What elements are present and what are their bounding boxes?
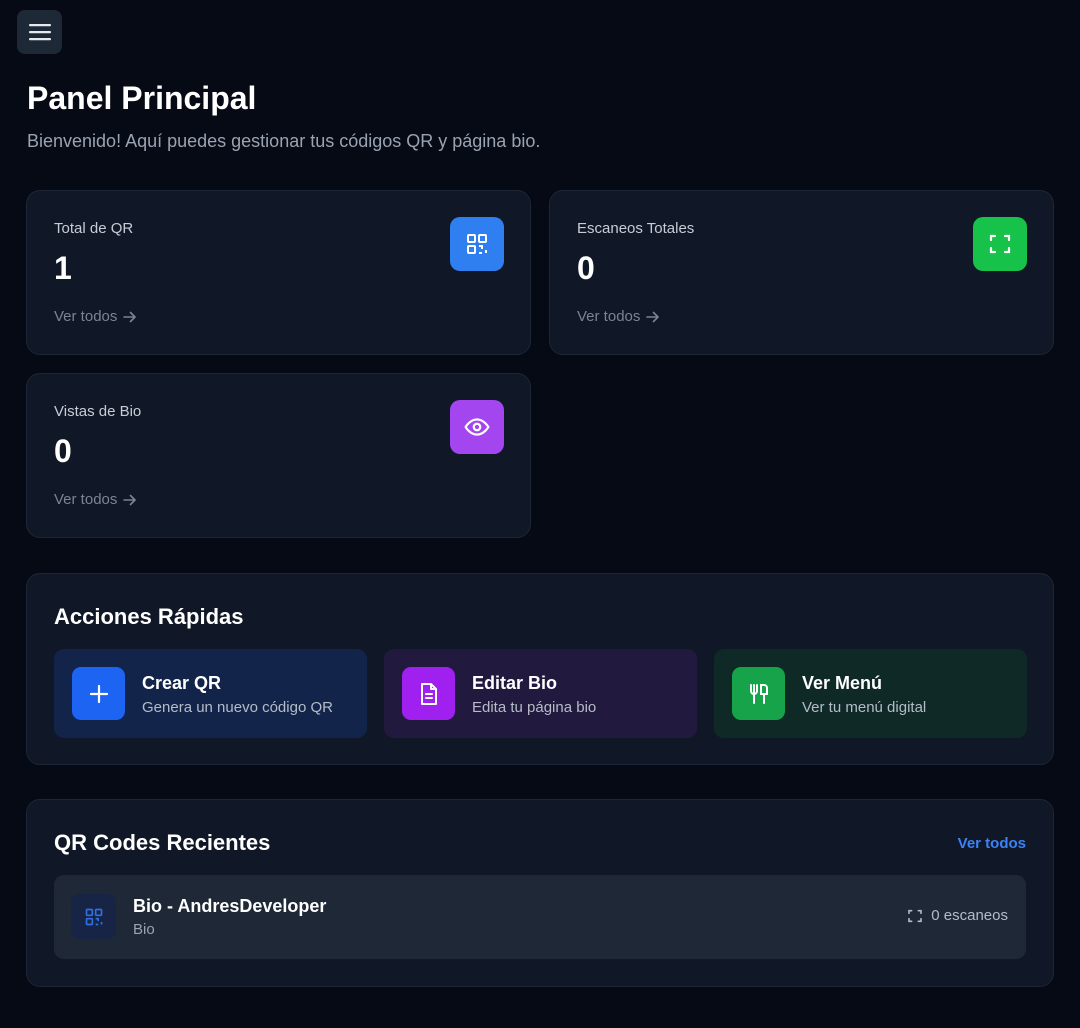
qr-name: Bio - AndresDeveloper	[133, 896, 327, 916]
quick-actions-section: Acciones Rápidas Crear QR Genera un nuev…	[26, 573, 1054, 765]
document-icon	[402, 667, 455, 720]
stat-value: 0	[577, 250, 595, 286]
qr-code-icon	[450, 217, 504, 271]
view-menu-action[interactable]: Ver Menú Ver tu menú digital	[714, 649, 1027, 738]
action-subtitle: Genera un nuevo código QR	[142, 699, 333, 716]
stat-card-total-qr: Total de QR 1 Ver todos	[26, 190, 531, 355]
plus-icon	[72, 667, 125, 720]
edit-bio-action[interactable]: Editar Bio Edita tu página bio	[384, 649, 697, 738]
arrow-right-icon	[123, 311, 137, 322]
stat-label: Vistas de Bio	[54, 403, 142, 420]
create-qr-action[interactable]: Crear QR Genera un nuevo código QR	[54, 649, 367, 738]
action-title: Ver Menú	[802, 673, 883, 693]
stat-value: 0	[54, 433, 72, 469]
see-all-label: Ver todos	[54, 491, 118, 508]
stat-card-bio-views: Vistas de Bio 0 Ver todos	[26, 373, 531, 538]
stat-value: 1	[54, 250, 72, 286]
scan-icon	[973, 217, 1027, 271]
see-all-link[interactable]: Ver todos	[958, 835, 1026, 852]
stat-label: Total de QR	[54, 220, 134, 237]
menu-button[interactable]	[17, 10, 62, 54]
scan-count: 0 escaneos	[907, 907, 1008, 924]
scan-count-label: 0 escaneos	[931, 907, 1008, 924]
qr-code-icon	[71, 894, 116, 939]
stat-label: Escaneos Totales	[577, 220, 695, 237]
utensils-icon	[732, 667, 785, 720]
page-subtitle: Bienvenido! Aquí puedes gestionar tus có…	[27, 131, 541, 151]
action-subtitle: Ver tu menú digital	[802, 699, 927, 716]
action-title: Crear QR	[142, 673, 222, 693]
page-title: Panel Principal	[27, 80, 257, 116]
see-all-label: Ver todos	[577, 308, 641, 325]
section-title: QR Codes Recientes	[54, 830, 271, 855]
list-item[interactable]: Bio - AndresDeveloper Bio 0 escaneos	[54, 875, 1026, 959]
see-all-link[interactable]: Ver todos	[54, 308, 137, 325]
scan-icon	[908, 909, 923, 922]
action-title: Editar Bio	[472, 673, 558, 693]
see-all-link[interactable]: Ver todos	[54, 491, 137, 508]
see-all-link[interactable]: Ver todos	[577, 308, 660, 325]
qr-type: Bio	[133, 921, 155, 938]
arrow-right-icon	[646, 311, 660, 322]
section-title: Acciones Rápidas	[54, 604, 244, 629]
see-all-label: Ver todos	[54, 308, 118, 325]
recent-qr-section: QR Codes Recientes Ver todos Bio - Andre…	[26, 799, 1054, 987]
action-subtitle: Edita tu página bio	[472, 699, 597, 716]
stat-card-total-scans: Escaneos Totales 0 Ver todos	[549, 190, 1054, 355]
hamburger-icon	[28, 24, 51, 41]
arrow-right-icon	[123, 494, 137, 505]
eye-icon	[450, 400, 504, 454]
